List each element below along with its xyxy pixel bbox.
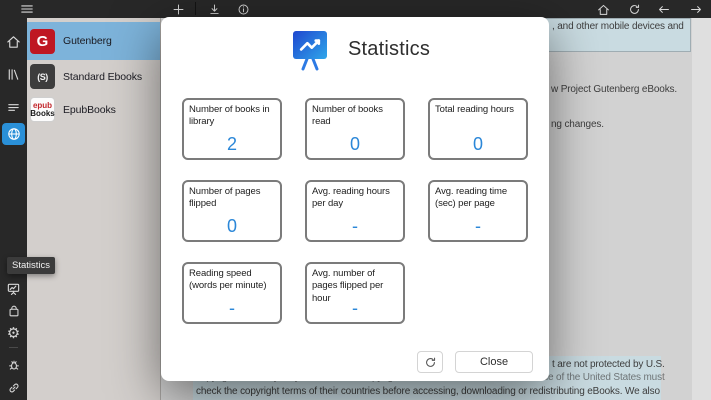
stat-card: Number of books read 0: [305, 98, 405, 160]
epubbooks-logo-icon: epub Books: [30, 97, 55, 122]
stat-card: Number of books in library 2: [182, 98, 282, 160]
stat-card: Avg. reading hours per day -: [305, 180, 405, 242]
left-icon-rail: ⚙: [0, 18, 27, 400]
stat-value: -: [475, 216, 481, 236]
stat-card: Number of pages flipped 0: [182, 180, 282, 242]
refresh-icon: [425, 357, 435, 367]
stat-value: -: [229, 298, 235, 318]
source-label: Standard Ebooks: [63, 70, 143, 83]
dialog-title: Statistics: [348, 38, 431, 60]
stat-value: -: [352, 216, 358, 236]
page-text-fragment: ng changes.: [551, 119, 604, 130]
web-catalogs-icon[interactable]: [2, 123, 25, 145]
stat-card: Total reading hours 0: [428, 98, 528, 160]
stat-label: Avg. reading hours per day: [312, 186, 390, 210]
source-row-gutenberg[interactable]: G Gutenberg: [27, 22, 160, 60]
settings-gear-icon[interactable]: ⚙: [2, 322, 25, 344]
stats-card-grid: Number of books in library 2 Number of b…: [182, 98, 528, 324]
home-nav-icon[interactable]: [592, 1, 614, 17]
standard-ebooks-logo-icon: (S): [30, 64, 55, 89]
library-icon[interactable]: [2, 63, 25, 85]
source-label: Gutenberg: [63, 35, 112, 47]
stat-card: Avg. number of pages flipped per hour -: [305, 262, 405, 324]
link-icon[interactable]: [2, 377, 25, 399]
statistics-dialog: Statistics Number of books in library 2 …: [161, 17, 549, 381]
top-command-bar: [0, 0, 711, 18]
stat-value: -: [352, 298, 358, 318]
home-icon[interactable]: [2, 30, 25, 52]
shop-bag-icon[interactable]: [2, 300, 25, 322]
page-text-fragment: t are not protected by U.S.: [552, 359, 665, 370]
stat-card: Avg. reading time (sec) per page -: [428, 180, 528, 242]
page-text-fragment: , and other mobile devices and: [552, 21, 684, 32]
menu-icon[interactable]: [16, 1, 38, 17]
bug-report-icon[interactable]: [2, 354, 25, 376]
page-text-fragment: w Project Gutenberg eBooks.: [551, 84, 678, 95]
catalog-sources-panel: G Gutenberg (S) Standard Ebooks epub Boo…: [27, 18, 161, 400]
source-row-epubbooks[interactable]: epub Books EpubBooks: [27, 93, 160, 126]
list-icon[interactable]: [2, 96, 25, 118]
source-row-standard-ebooks[interactable]: (S) Standard Ebooks: [27, 60, 160, 93]
forward-icon[interactable]: [685, 1, 707, 17]
page-text-fragment: check the copyright terms of their count…: [196, 386, 660, 397]
source-label: EpubBooks: [63, 103, 116, 116]
close-button[interactable]: Close: [455, 351, 533, 373]
refresh-nav-icon[interactable]: [623, 1, 645, 17]
stat-label: Total reading hours: [435, 104, 514, 115]
add-icon[interactable]: [167, 1, 189, 17]
scrollbar-track[interactable]: [692, 18, 711, 400]
stat-label: Number of books read: [312, 104, 383, 128]
stat-value: 0: [472, 134, 483, 154]
gutenberg-logo-icon: G: [30, 28, 55, 54]
stat-label: Avg. reading time (sec) per page: [435, 186, 508, 210]
info-icon[interactable]: [232, 1, 254, 17]
stat-card: Reading speed (words per minute) -: [182, 262, 282, 324]
highlighted-text-block: , and other mobile devices and: [540, 18, 691, 52]
stat-value: 0: [226, 216, 237, 236]
stat-value: 0: [349, 134, 360, 154]
stat-label: Number of books in library: [189, 104, 270, 128]
stat-value: 2: [226, 134, 237, 154]
download-icon[interactable]: [203, 1, 225, 17]
toolbar-divider: [195, 2, 196, 15]
back-icon[interactable]: [653, 1, 675, 17]
statistics-chart-icon: [293, 31, 327, 73]
refresh-stats-button[interactable]: [417, 351, 443, 373]
statistics-icon[interactable]: [2, 277, 25, 299]
stat-label: Number of pages flipped: [189, 186, 261, 210]
statistics-tooltip: Statistics: [7, 257, 56, 274]
rail-divider: [9, 347, 18, 348]
app-window: ⚙ G Gutenberg (S) Standard Ebooks epub B…: [0, 0, 711, 400]
stat-label: Reading speed (words per minute): [189, 268, 267, 292]
